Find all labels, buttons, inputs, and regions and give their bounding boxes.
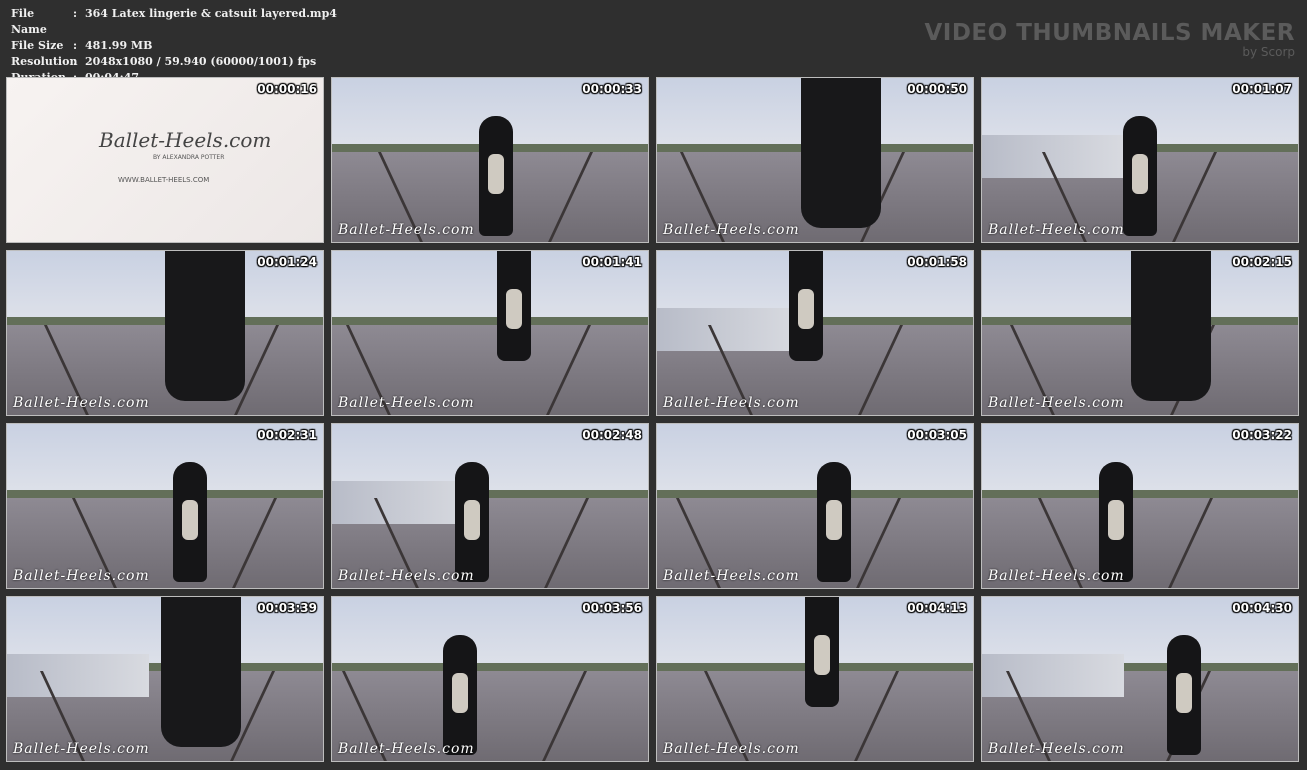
- model-figure: [817, 462, 851, 582]
- file-info-key: Resolution: [11, 55, 78, 68]
- watermark-logo: Ballet-Heels.com: [988, 568, 1125, 584]
- watermark-logo: Ballet-Heels.com: [988, 222, 1125, 238]
- model-figure: [1167, 635, 1201, 755]
- thumbnail-timestamp: 00:03:22: [1232, 428, 1292, 442]
- thumbnail-timestamp: 00:03:39: [257, 601, 317, 615]
- video-thumbnail[interactable]: Ballet-Heels.com 00:02:15: [981, 250, 1299, 416]
- scene-image: [982, 251, 1298, 415]
- thumbnail-timestamp: 00:02:31: [257, 428, 317, 442]
- model-figure: [173, 462, 207, 582]
- brand-logo: VIDEO THUMBNAILS MAKER by Scorp: [924, 20, 1295, 59]
- model-legs: [789, 251, 823, 361]
- boots-closeup: [801, 78, 881, 228]
- video-thumbnail[interactable]: Ballet-Heels.com 00:01:24: [6, 250, 324, 416]
- model-figure: [1099, 462, 1133, 582]
- watermark-logo: Ballet-Heels.com: [338, 395, 475, 411]
- brand-subtitle: by Scorp: [1242, 45, 1295, 59]
- watermark-logo: Ballet-Heels.com: [338, 568, 475, 584]
- video-thumbnail[interactable]: Ballet-Heels.com 00:00:33: [331, 77, 649, 243]
- model-figure: [1123, 116, 1157, 236]
- file-info-row: File Name:364 Latex lingerie & catsuit l…: [11, 6, 337, 38]
- video-thumbnail[interactable]: Ballet-Heels.com 00:01:58: [656, 250, 974, 416]
- brand-title: VIDEO THUMBNAILS MAKER: [924, 20, 1295, 46]
- file-info-value: 364 Latex lingerie & catsuit layered.mp4: [85, 7, 337, 20]
- file-info-separator: :: [73, 55, 78, 68]
- scene-image: [7, 597, 323, 761]
- file-info-separator: :: [73, 39, 78, 52]
- boots-closeup: [161, 597, 241, 747]
- scene-image: [982, 78, 1298, 242]
- scene-image: [332, 424, 648, 588]
- watermark-logo: Ballet-Heels.com: [13, 568, 150, 584]
- watermark-logo: Ballet-Heels.com: [663, 222, 800, 238]
- thumbnail-timestamp: 00:02:48: [582, 428, 642, 442]
- thumbnail-timestamp: 00:03:05: [907, 428, 967, 442]
- watermark-logo: Ballet-Heels.com: [13, 395, 150, 411]
- thumbnail-timestamp: 00:01:07: [1232, 82, 1292, 96]
- scene-image: [332, 78, 648, 242]
- watermark-logo: Ballet-Heels.com: [338, 222, 475, 238]
- watermark-logo: Ballet-Heels.com: [338, 741, 475, 757]
- thumbnail-timestamp: 00:03:56: [582, 601, 642, 615]
- watermark-logo: Ballet-Heels.com: [663, 741, 800, 757]
- video-thumbnail[interactable]: Ballet-Heels.com 00:03:56: [331, 596, 649, 762]
- video-thumbnail[interactable]: Ballet-Heels.com 00:04:30: [981, 596, 1299, 762]
- file-info-value: 481.99 MB: [85, 39, 153, 52]
- title-logo: Ballet-Heels.com: [99, 128, 272, 152]
- video-thumbnail[interactable]: Ballet-Heels.com 00:02:31: [6, 423, 324, 589]
- file-info-value: 2048x1080 / 59.940 (60000/1001) fps: [85, 55, 317, 68]
- thumbnail-timestamp: 00:00:16: [257, 82, 317, 96]
- video-thumbnail[interactable]: Ballet-Heels.com 00:01:07: [981, 77, 1299, 243]
- scene-image: [657, 251, 973, 415]
- scene-image: [657, 597, 973, 761]
- watermark-logo: Ballet-Heels.com: [663, 568, 800, 584]
- scene-image: [657, 78, 973, 242]
- file-info-separator: :: [73, 7, 78, 20]
- file-info-panel: File Name:364 Latex lingerie & catsuit l…: [11, 6, 337, 86]
- file-info-key: File Size: [11, 39, 64, 52]
- scene-image: [657, 424, 973, 588]
- thumbnail-grid: Ballet-Heels.com BY ALEXANDRA POTTER WWW.B…: [6, 77, 1302, 767]
- model-figure: [455, 462, 489, 582]
- title-url: WWW.BALLET-HEELS.COM: [118, 176, 210, 184]
- thumbnail-timestamp: 00:00:33: [582, 82, 642, 96]
- title-logo-subtitle: BY ALEXANDRA POTTER: [153, 154, 225, 161]
- watermark-logo: Ballet-Heels.com: [663, 395, 800, 411]
- thumbnail-timestamp: 00:01:24: [257, 255, 317, 269]
- thumbnail-timestamp: 00:00:50: [907, 82, 967, 96]
- video-thumbnail[interactable]: Ballet-Heels.com BY ALEXANDRA POTTER WWW.B…: [6, 77, 324, 243]
- model-figure: [479, 116, 513, 236]
- model-legs: [497, 251, 531, 361]
- thumbnail-timestamp: 00:01:58: [907, 255, 967, 269]
- model-figure: [443, 635, 477, 755]
- scene-image: [7, 424, 323, 588]
- video-thumbnail[interactable]: Ballet-Heels.com 00:03:39: [6, 596, 324, 762]
- video-thumbnail[interactable]: Ballet-Heels.com 00:01:41: [331, 250, 649, 416]
- video-thumbnail[interactable]: Ballet-Heels.com 00:00:50: [656, 77, 974, 243]
- scene-image: [332, 597, 648, 761]
- scene-image: [982, 424, 1298, 588]
- model-legs: [805, 597, 839, 707]
- thumbnail-timestamp: 00:04:30: [1232, 601, 1292, 615]
- thumbnail-timestamp: 00:04:13: [907, 601, 967, 615]
- file-info-row: Resolution:2048x1080 / 59.940 (60000/100…: [11, 54, 337, 70]
- video-thumbnail[interactable]: Ballet-Heels.com 00:03:22: [981, 423, 1299, 589]
- watermark-logo: Ballet-Heels.com: [988, 741, 1125, 757]
- watermark-logo: Ballet-Heels.com: [13, 741, 150, 757]
- boots-closeup: [1131, 251, 1211, 401]
- file-info-row: File Size:481.99 MB: [11, 38, 337, 54]
- watermark-logo: Ballet-Heels.com: [988, 395, 1125, 411]
- thumbnail-timestamp: 00:02:15: [1232, 255, 1292, 269]
- video-thumbnail[interactable]: Ballet-Heels.com 00:03:05: [656, 423, 974, 589]
- scene-image: [982, 597, 1298, 761]
- boots-closeup: [165, 251, 245, 401]
- file-info-key: File Name: [11, 7, 47, 36]
- video-thumbnail[interactable]: Ballet-Heels.com 00:04:13: [656, 596, 974, 762]
- scene-image: [332, 251, 648, 415]
- thumbnail-timestamp: 00:01:41: [582, 255, 642, 269]
- video-thumbnail[interactable]: Ballet-Heels.com 00:02:48: [331, 423, 649, 589]
- scene-image: [7, 251, 323, 415]
